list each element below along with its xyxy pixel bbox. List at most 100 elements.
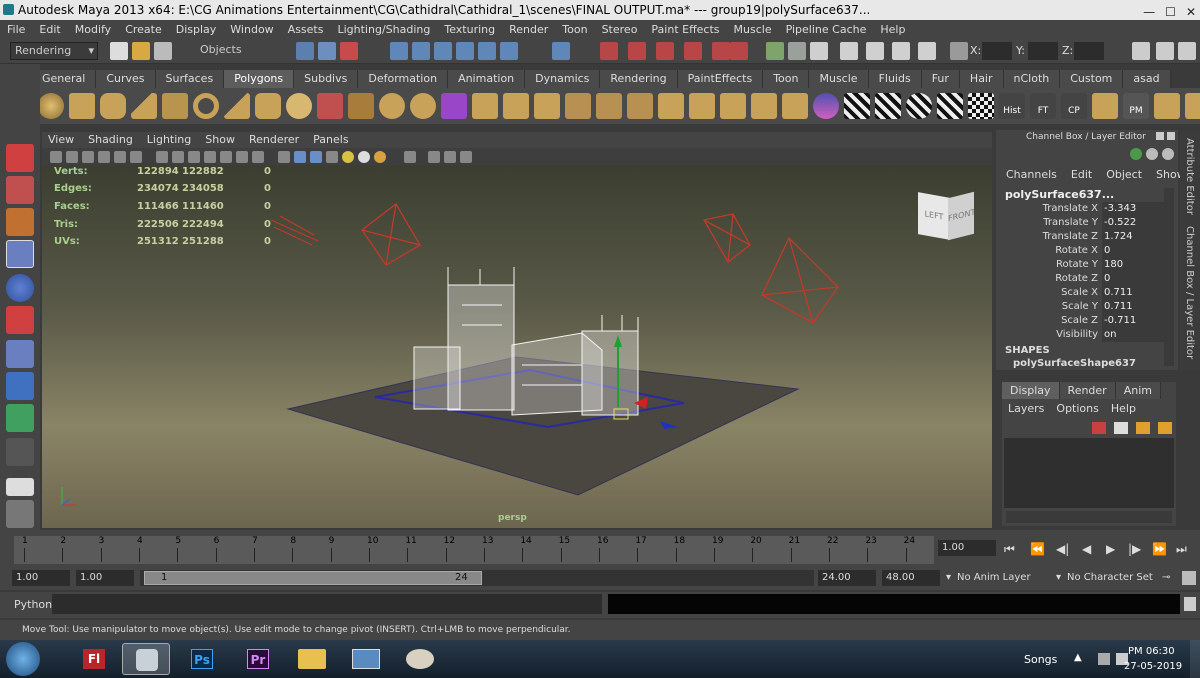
outliner-icon[interactable] [892, 42, 910, 60]
tool-settings-toggle-icon[interactable] [1156, 42, 1174, 60]
step-back-frame-icon[interactable]: ◀| [1056, 542, 1069, 556]
viewcube-left-face[interactable]: LEFT [918, 192, 950, 240]
show-hidden-icons-icon[interactable]: ▲ [1074, 652, 1082, 663]
smooth-shade-icon[interactable] [294, 150, 306, 163]
shelf-tab-surfaces[interactable]: Surfaces [155, 70, 225, 88]
anim-layer-dropdown[interactable]: ▾ No Anim Layer [946, 570, 1050, 586]
viewport-menu-panels[interactable]: Panels [313, 132, 348, 148]
shelf-tab-deformation[interactable]: Deformation [358, 70, 449, 88]
snap-grid-icon[interactable] [390, 42, 408, 60]
safe-title-icon[interactable] [252, 150, 264, 163]
xray-icon[interactable] [428, 150, 440, 163]
camera-light-1-icon[interactable] [361, 203, 421, 266]
menu-window[interactable]: Window [223, 23, 280, 36]
attr-value[interactable]: -3.343 [1102, 202, 1164, 216]
render-frame-icon[interactable] [600, 42, 618, 60]
viewcube[interactable]: LEFT FRONT [918, 189, 974, 241]
image-plane-icon[interactable] [98, 150, 110, 163]
film-gate-icon[interactable] [172, 150, 184, 163]
attr-row-scale-x[interactable]: Scale X 0.711 [1004, 286, 1164, 300]
poly-sphere-icon[interactable] [38, 93, 64, 119]
separate-icon[interactable] [348, 93, 374, 119]
freeze-transforms-icon[interactable]: FT [1030, 93, 1056, 119]
taskbar-paint[interactable] [396, 643, 444, 675]
close-button[interactable]: ✕ [1186, 2, 1196, 20]
poly-pipe-icon[interactable] [255, 93, 281, 119]
camera-light-3-icon[interactable] [761, 236, 839, 324]
shelf-tab-animation[interactable]: Animation [448, 70, 526, 88]
shelf-tab-fluids[interactable]: Fluids [868, 70, 922, 88]
attribute-editor-tab[interactable]: Attribute Editor [1184, 138, 1195, 215]
layout-options-icon[interactable] [6, 500, 34, 528]
camera-sequencer-icon[interactable] [840, 42, 858, 60]
layout-single-icon[interactable] [6, 478, 34, 496]
uv-checker-icon[interactable] [968, 93, 994, 119]
viewport-menu-lighting[interactable]: Lighting [147, 132, 191, 148]
insert-edge-loop-icon[interactable] [596, 93, 622, 119]
shelf-tab-dynamics[interactable]: Dynamics [525, 70, 601, 88]
paint-select-icon[interactable] [6, 208, 34, 236]
taskbar-explorer[interactable] [288, 643, 336, 675]
selection-mode-dropdown[interactable]: Objects [196, 42, 266, 60]
last-tool-icon[interactable] [6, 404, 34, 432]
attr-value[interactable]: 180 [1102, 258, 1164, 272]
shelf-tab-ncloth[interactable]: nCloth [1003, 70, 1061, 88]
menu-display[interactable]: Display [169, 23, 224, 36]
cb-key-icon[interactable] [1130, 148, 1142, 160]
step-back-key-icon[interactable]: ⏪ [1030, 542, 1045, 556]
boolean-icon[interactable] [441, 93, 467, 119]
animation-preferences-icon[interactable] [1182, 571, 1196, 585]
attr-value[interactable]: on [1102, 328, 1164, 342]
viewport-menu-shading[interactable]: Shading [88, 132, 133, 148]
use-all-lights-icon[interactable] [342, 150, 354, 163]
cathedral-wireframe[interactable] [413, 267, 639, 416]
attr-row-translate-x[interactable]: Translate X -3.343 [1004, 202, 1164, 216]
start-time-field[interactable]: 1.00 [12, 570, 70, 586]
shelf-tab-painteffects[interactable]: PaintEffects [677, 70, 764, 88]
combine-icon[interactable] [317, 93, 343, 119]
lasso-tool-icon[interactable] [6, 176, 34, 204]
shelf-tab-toon[interactable]: Toon [763, 70, 810, 88]
camera-attributes-icon[interactable] [66, 150, 78, 163]
menu-create[interactable]: Create [118, 23, 169, 36]
attr-row-rotate-x[interactable]: Rotate X 0 [1004, 244, 1164, 258]
menu-file[interactable]: File [0, 23, 32, 36]
network-icon[interactable] [1098, 653, 1110, 665]
bevel-icon[interactable] [658, 93, 684, 119]
move-layer-up-icon[interactable] [1092, 422, 1106, 434]
attr-value[interactable]: -0.522 [1102, 216, 1164, 230]
show-manipulator-icon[interactable] [810, 42, 828, 60]
z-field[interactable] [1074, 42, 1104, 60]
batch-render-icon[interactable] [730, 42, 748, 60]
layer-tab-render[interactable]: Render [1059, 382, 1116, 399]
graph-editor-icon[interactable] [866, 42, 884, 60]
shelf-tab-general[interactable]: General [32, 70, 97, 88]
attr-row-translate-y[interactable]: Translate Y -0.522 [1004, 216, 1164, 230]
taskbar-photo-viewer[interactable] [342, 643, 390, 675]
cb-lock-icon[interactable] [1146, 148, 1158, 160]
menu-lighting-shading[interactable]: Lighting/Shading [330, 23, 437, 36]
poly-cone-icon[interactable] [131, 93, 157, 119]
layer-list[interactable] [1004, 438, 1174, 508]
playback-end-field[interactable]: 24.00 [818, 570, 876, 586]
cylindrical-map-icon[interactable] [875, 93, 901, 119]
directional-light-icon[interactable] [270, 215, 319, 246]
viewport-menu-show[interactable]: Show [205, 132, 235, 148]
range-bar[interactable]: 1 24 [140, 570, 814, 586]
snap-together-icon[interactable] [766, 42, 784, 60]
select-tool-icon[interactable] [6, 144, 34, 172]
menu-pipeline-cache[interactable]: Pipeline Cache [779, 23, 874, 36]
wireframe-on-shaded-icon[interactable] [310, 150, 322, 163]
offset-edge-loop-icon[interactable] [627, 93, 653, 119]
poly-cylinder-icon[interactable] [100, 93, 126, 119]
layer-menu-layers[interactable]: Layers [1008, 402, 1044, 415]
go-to-end-icon[interactable]: ⏭ [1176, 542, 1187, 557]
camera-light-2-icon[interactable] [702, 213, 751, 263]
cb-options-icon[interactable] [1162, 148, 1174, 160]
auto-key-icon[interactable]: ⊸ [1162, 572, 1170, 583]
poly-plane-icon[interactable] [162, 93, 188, 119]
start-button-icon[interactable] [6, 642, 40, 676]
character-set-dropdown[interactable]: ▾ No Character Set [1056, 570, 1160, 586]
channel-box-toggle-icon[interactable] [1178, 42, 1196, 60]
new-layer-from-selected-icon[interactable] [1158, 422, 1172, 434]
